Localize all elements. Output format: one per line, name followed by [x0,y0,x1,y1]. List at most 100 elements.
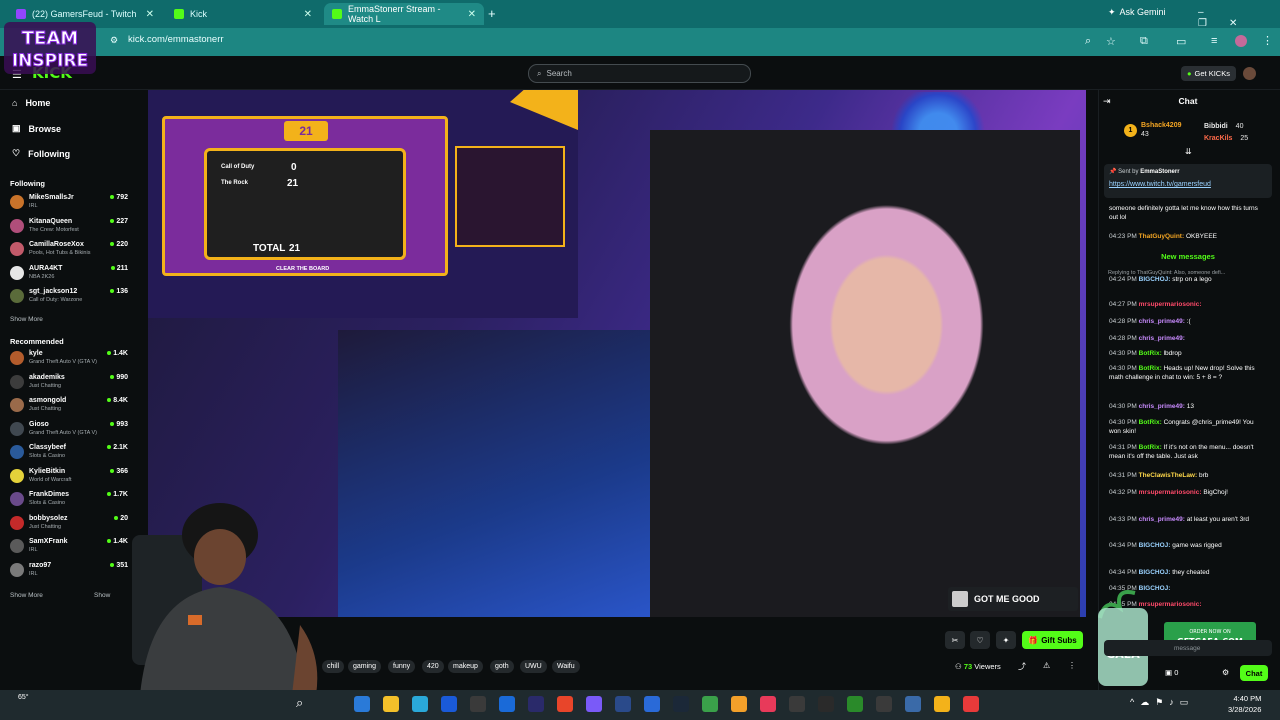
clip-button[interactable]: ✂ [945,631,965,649]
app-icon[interactable] [644,696,660,712]
copilot-icon[interactable] [354,696,370,712]
chat-message[interactable]: 04:31 PM BotRix: If it's not on the menu… [1109,444,1267,461]
discord-icon[interactable] [586,696,602,712]
sidebar-item-home[interactable]: ⌂ Home [12,98,50,108]
message-user[interactable]: TheClawisTheLaw: [1139,472,1198,479]
close-icon[interactable]: ✕ [468,9,476,20]
message-user[interactable]: chris_prime49: [1139,335,1185,342]
menu-icon[interactable]: ⋮ [1262,34,1273,47]
message-user[interactable]: BIGCHOJ: [1139,542,1171,549]
message-user[interactable]: BIGCHOJ: [1139,276,1171,283]
message-user[interactable]: BotRix: [1139,350,1162,357]
sidebar-channel[interactable]: kyle Grand Theft Auto V (GTA V) 1.4K [10,349,130,371]
premiere-icon[interactable] [528,696,544,712]
get-kicks-button[interactable]: ● Get KICKs [1181,66,1236,81]
close-icon[interactable]: ✕ [304,9,312,20]
boost-button[interactable]: ✦ [996,631,1016,649]
follow-button[interactable]: ♡ [970,631,990,649]
chat-message[interactable]: 04:23 PM ThatGuyQuint: OKBYEEE [1109,233,1267,242]
window-controls[interactable]: –❐✕ [1198,7,1280,29]
stream-tag[interactable]: 420 [422,660,444,673]
share-icon[interactable]: ⤴ [1018,661,1026,672]
message-user[interactable]: ThatGuyQuint: [1139,233,1185,240]
taskbar-clock[interactable]: 4:40 PM 3/28/2026 [1228,693,1261,715]
profile-avatar[interactable] [1235,35,1247,47]
sidebar-channel[interactable]: sgt_jackson12 Call of Duty: Warzone 136 [10,287,130,309]
weather-temp[interactable]: 65° [18,694,29,701]
show-more-button[interactable]: Show More [10,316,43,323]
outlook-icon[interactable] [499,696,515,712]
show-more-button[interactable]: Show More [10,592,43,599]
chat-message[interactable]: 04:28 PM chris_prime49: :( [1109,318,1267,327]
report-icon[interactable]: ⚠ [1043,661,1050,670]
app-icon[interactable] [934,696,950,712]
message-user[interactable]: mrsupermariosonic: [1139,301,1202,308]
media-icon[interactable]: ≡ [1211,35,1217,47]
obs-icon[interactable] [789,696,805,712]
sidebar-channel[interactable]: asmongold Just Chatting 8.4K [10,396,130,418]
file-explorer-icon[interactable] [383,696,399,712]
store-icon[interactable] [441,696,457,712]
lightroom-icon[interactable] [615,696,631,712]
chat-send-button[interactable]: Chat [1240,665,1268,681]
message-user[interactable]: chris_prime49: [1139,403,1185,410]
zoom-icon[interactable]: ⌕ [1085,35,1091,48]
leaderboard-entry[interactable]: Bshack4209 43 [1141,121,1181,139]
chat-message[interactable]: 04:31 PM TheClawisTheLaw: brb [1109,472,1267,481]
taskbar-search-icon[interactable]: ⌕ [296,695,303,711]
system-tray-icons[interactable]: ^☁⚑♪▭ [1130,697,1194,708]
message-user[interactable]: BotRix: [1139,419,1162,426]
bookmark-star-icon[interactable]: ☆ [1106,35,1116,48]
chat-input[interactable]: message [1104,640,1272,656]
nvidia-icon[interactable] [847,696,863,712]
app-icon[interactable] [876,696,892,712]
more-icon[interactable]: ⋮ [1068,661,1076,670]
stream-tag[interactable]: makeup [448,660,483,673]
chat-message[interactable]: 04:27 PM mrsupermariosonic: [1109,301,1267,310]
site-info-icon[interactable]: ⚙ [110,35,118,46]
stream-tag[interactable]: goth [490,660,514,673]
chat-message[interactable]: 04:28 PM chris_prime49: [1109,335,1267,344]
chat-settings-icon[interactable]: ⚙ [1222,668,1229,677]
search-input[interactable]: ⌕ Search [528,64,751,83]
chat-message[interactable]: 04:33 PM chris_prime49: at least you are… [1109,516,1267,525]
stream-tag[interactable]: Waifu [552,660,580,673]
sidebar-channel[interactable]: Gioso Grand Theft Auto V (GTA V) 993 [10,420,130,442]
sidebar-channel[interactable]: Classybeef Slots & Casino 2.1K [10,443,130,465]
sidebar-item-following[interactable]: ♡ Following [12,148,70,159]
user-avatar[interactable] [1243,67,1256,80]
edge-icon[interactable] [412,696,428,712]
app-icon[interactable] [905,696,921,712]
close-icon[interactable]: ✕ [146,9,154,20]
sidebar-channel[interactable]: akademiks Just Chatting 990 [10,373,130,395]
epic-games-icon[interactable] [470,696,486,712]
xbox-icon[interactable] [702,696,718,712]
ask-gemini-button[interactable]: ✦ Ask Gemini [1108,7,1166,18]
sidebar-channel[interactable]: CamillaRoseXox Pools, Hot Tubs & Bikinis 2… [10,240,130,262]
app-icon[interactable] [963,696,979,712]
pinned-link[interactable]: https://www.twitch.tv/gamersfeud [1109,181,1211,188]
chat-message[interactable]: 04:32 PM mrsupermariosonic: BigChoj! [1109,489,1267,498]
plex-icon[interactable] [731,696,747,712]
leaderboard-entry[interactable]: Bibbidi 40 KracKils 25 [1204,121,1248,145]
chat-message[interactable]: 04:34 PM BIGCHOJ: game was rigged [1109,542,1267,551]
sidebar-channel[interactable]: MikeSmallsJr IRL 792 [10,193,130,215]
chat-message[interactable]: 04:24 PM BIGCHOJ: strp on a lego [1109,276,1267,285]
message-user[interactable]: BotRix: [1139,365,1162,372]
steam-icon[interactable] [673,696,689,712]
sidebar-item-browse[interactable]: ▣ Browse [12,123,61,134]
stream-tag[interactable]: funny [388,660,416,673]
chat-message[interactable]: 04:30 PM BotRix: lbdrop [1109,350,1267,359]
message-user[interactable]: mrsupermariosonic: [1139,489,1202,496]
chat-message[interactable]: 04:30 PM BotRix: Heads up! New drop! Sol… [1109,365,1267,382]
message-user[interactable]: chris_prime49: [1139,318,1185,325]
sidebar-channel[interactable]: KitanaQueen The Crew: Motorfest 227 [10,217,130,239]
stream-tag[interactable]: UWU [520,660,547,673]
extension-icon[interactable]: ⧉ [1140,35,1148,48]
music-icon[interactable] [760,696,776,712]
message-user[interactable]: BotRix: [1139,444,1162,451]
app-icon[interactable] [818,696,834,712]
chat-message[interactable]: 04:30 PM chris_prime49: 13 [1109,403,1267,412]
sidebar-channel[interactable]: KylieBitkin World of Warcraft 366 [10,467,130,489]
gift-subs-button[interactable]: 🎁 Gift Subs [1022,631,1083,649]
